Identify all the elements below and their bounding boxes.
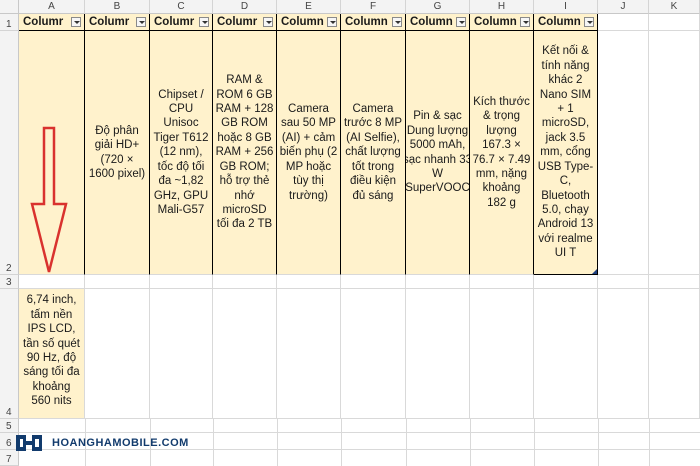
table-cell-i2[interactable]: Kết nối & tính năng khác 2 Nano SIM + 1 …: [534, 31, 598, 275]
header-label: Column: [474, 16, 517, 28]
cell-text: Kết nối & tính năng khác 2 Nano SIM + 1 …: [537, 45, 594, 260]
table-header-cell[interactable]: Columr: [213, 14, 277, 31]
column-header-h[interactable]: H: [470, 0, 534, 14]
table-resize-handle[interactable]: [592, 269, 597, 274]
watermark-logo: HOANGHAMOBILE.COM: [12, 430, 189, 456]
grid-cell[interactable]: [649, 31, 700, 275]
arrow-down-icon: [30, 126, 68, 273]
grid-cell[interactable]: [19, 275, 85, 289]
grid-cell[interactable]: [649, 289, 700, 419]
cell-text: RAM & ROM 6 GB RAM + 128 GB ROM hoặc 8 G…: [215, 74, 274, 231]
column-header-k[interactable]: K: [649, 0, 700, 14]
row-header-3[interactable]: 3: [0, 275, 19, 289]
grid-cell[interactable]: [649, 14, 700, 31]
select-all-corner[interactable]: [0, 0, 19, 14]
dropdown-icon[interactable]: [136, 17, 146, 27]
dropdown-icon[interactable]: [327, 17, 337, 27]
row-header-4[interactable]: 4: [0, 289, 19, 419]
grid-cell[interactable]: [534, 289, 598, 419]
grid-cell[interactable]: [213, 275, 277, 289]
column-header-c[interactable]: C: [150, 0, 213, 14]
grid-cell[interactable]: [85, 275, 150, 289]
grid-cell[interactable]: [406, 275, 470, 289]
dropdown-icon[interactable]: [520, 17, 530, 27]
table-cell-f2[interactable]: Camera trước 8 MP (AI Selfie), chất lượn…: [341, 31, 406, 275]
header-label: Column: [538, 16, 581, 28]
row-header-2[interactable]: 2: [0, 31, 19, 275]
column-header-g[interactable]: G: [406, 0, 470, 14]
row-header-1[interactable]: 1: [0, 14, 19, 31]
column-header-j[interactable]: J: [598, 0, 649, 14]
table-cell-h2[interactable]: Kích thước & trọng lượng 167.3 × 76.7 × …: [470, 31, 534, 275]
spreadsheet-grid[interactable]: A B C D E F G H I J K 1 2 3 4 5 6 7 Colu…: [0, 0, 700, 466]
table-header-cell[interactable]: Columr: [85, 14, 150, 31]
column-header-e[interactable]: E: [277, 0, 341, 14]
cell-text: Màn hình 6,74 inch, tấm nền IPS LCD, tần…: [23, 289, 80, 408]
grid-cell[interactable]: [277, 275, 341, 289]
cell-text: Kích thước & trọng lượng 167.3 × 76.7 × …: [472, 95, 531, 209]
table-cell-e2[interactable]: Camera sau 50 MP (AI) + cảm biến phụ (2 …: [277, 31, 341, 275]
header-label: Column: [410, 16, 453, 28]
cell-text: Độ phân giải HD+ (720 × 1600 pixel): [88, 124, 146, 180]
header-label: Columr: [89, 16, 130, 28]
grid-cell[interactable]: [341, 275, 406, 289]
grid-cell[interactable]: [598, 14, 649, 31]
watermark-text: HOANGHAMOBILE.COM: [52, 437, 189, 449]
table-header-cell[interactable]: Column: [406, 14, 470, 31]
cell-text: Chipset / CPU Unisoc Tiger T612 (12 nm),…: [153, 88, 209, 216]
column-header-i[interactable]: I: [534, 0, 598, 14]
cell-text: Pin & sạc Dung lượng 5000 mAh, sạc nhanh…: [406, 110, 470, 195]
table-cell-a4[interactable]: Màn hình 6,74 inch, tấm nền IPS LCD, tần…: [19, 289, 85, 419]
table-header-cell[interactable]: Column: [341, 14, 406, 31]
grid-cell[interactable]: [470, 275, 534, 289]
column-header-f[interactable]: F: [341, 0, 406, 14]
dropdown-icon[interactable]: [263, 17, 273, 27]
dropdown-icon[interactable]: [71, 17, 81, 27]
cell-text: Camera sau 50 MP (AI) + cảm biến phụ (2 …: [279, 103, 338, 202]
grid-cell[interactable]: [406, 289, 470, 419]
grid-cell[interactable]: [277, 289, 341, 419]
cell-text: Camera trước 8 MP (AI Selfie), chất lượn…: [343, 103, 403, 202]
header-label: Column: [345, 16, 388, 28]
table-cell-d2[interactable]: RAM & ROM 6 GB RAM + 128 GB ROM hoặc 8 G…: [213, 31, 277, 275]
table-header-cell[interactable]: Column: [534, 14, 598, 31]
grid-cell[interactable]: [85, 289, 150, 419]
grid-cell[interactable]: [150, 289, 213, 419]
table-header-cell[interactable]: Columr: [150, 14, 213, 31]
column-header-d[interactable]: D: [213, 0, 277, 14]
grid-cell[interactable]: [598, 31, 649, 275]
table-cell-g2[interactable]: Pin & sạc Dung lượng 5000 mAh, sạc nhanh…: [406, 31, 470, 275]
table-header-cell[interactable]: Column: [470, 14, 534, 31]
grid-cell[interactable]: [213, 289, 277, 419]
header-label: Columr: [154, 16, 195, 28]
logo-icon: [16, 435, 42, 451]
column-header-b[interactable]: B: [85, 0, 150, 14]
dropdown-icon[interactable]: [584, 17, 594, 27]
table-header-cell[interactable]: Columr: [19, 14, 85, 31]
header-label: Columr: [217, 16, 258, 28]
grid-cell[interactable]: [598, 289, 649, 419]
table-header-cell[interactable]: Column: [277, 14, 341, 31]
table-cell-b2[interactable]: Độ phân giải HD+ (720 × 1600 pixel): [85, 31, 150, 275]
header-label: Columr: [23, 16, 64, 28]
dropdown-icon[interactable]: [392, 17, 402, 27]
grid-cell[interactable]: [341, 289, 406, 419]
table-cell-c2[interactable]: Chipset / CPU Unisoc Tiger T612 (12 nm),…: [150, 31, 213, 275]
grid-cell[interactable]: [150, 275, 213, 289]
dropdown-icon[interactable]: [199, 17, 209, 27]
column-header-a[interactable]: A: [19, 0, 85, 14]
header-label: Column: [281, 16, 324, 28]
grid-cell[interactable]: [534, 275, 598, 289]
grid-cell[interactable]: [649, 275, 700, 289]
grid-cell[interactable]: [598, 275, 649, 289]
grid-cell[interactable]: [470, 289, 534, 419]
dropdown-icon[interactable]: [456, 17, 466, 27]
